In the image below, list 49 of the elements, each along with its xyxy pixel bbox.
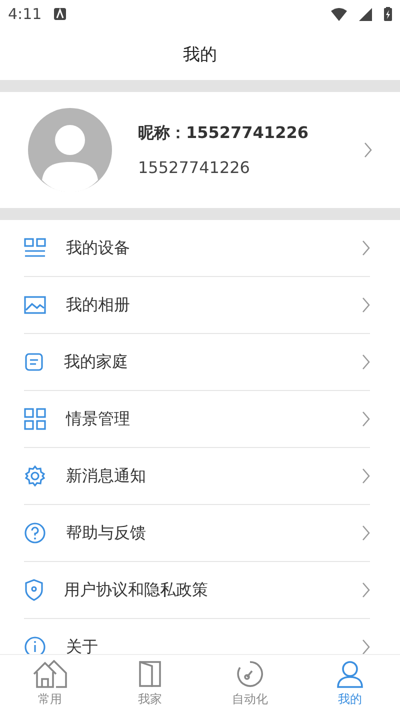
chevron-right-icon <box>362 582 370 598</box>
page-title: 我的 <box>183 44 217 66</box>
house-icon <box>32 660 68 688</box>
nav-tab[interactable]: 我的 <box>300 655 400 712</box>
chevron-right-icon <box>362 468 370 484</box>
wifi-icon <box>331 8 347 20</box>
menu-item[interactable]: 新消息通知 <box>24 448 370 505</box>
nav-tab[interactable]: 常用 <box>0 655 100 712</box>
menu-item[interactable]: 帮助与反馈 <box>24 505 370 562</box>
menu-label: 用户协议和隐私政策 <box>64 580 209 600</box>
notification-icon <box>54 8 66 20</box>
grid-list-icon <box>24 238 46 258</box>
menu-item[interactable]: 我的家庭 <box>24 334 370 391</box>
menu-item[interactable]: 情景管理 <box>24 391 370 448</box>
menu-label: 新消息通知 <box>66 466 147 486</box>
menu-item[interactable]: 我的相册 <box>24 277 370 334</box>
avatar-icon <box>28 108 112 192</box>
chevron-right-icon <box>362 639 370 654</box>
chevron-right-icon <box>364 142 372 158</box>
signal-icon <box>359 8 372 20</box>
menu-label: 帮助与反馈 <box>66 522 147 544</box>
chevron-right-icon <box>362 354 370 370</box>
gauge-icon <box>236 660 264 688</box>
status-time: 4:11 <box>8 5 42 23</box>
phone-number: 15527741226 <box>138 158 251 177</box>
chevron-right-icon <box>362 297 370 313</box>
nickname: 昵称：15527741226 <box>138 123 310 144</box>
card-icon <box>24 352 44 372</box>
menu-label: 我的相册 <box>66 294 131 316</box>
nav-tab[interactable]: 我家 <box>100 655 200 712</box>
menu-label: 情景管理 <box>66 408 131 430</box>
help-icon <box>24 522 46 544</box>
menu-label: 关于 <box>66 636 99 654</box>
nav-tab[interactable]: 自动化 <box>200 655 300 712</box>
info-icon <box>24 636 46 654</box>
chevron-right-icon <box>362 240 370 256</box>
menu-label: 我的家庭 <box>64 352 129 372</box>
shield-icon <box>24 579 44 601</box>
chevron-right-icon <box>362 525 370 541</box>
image-icon <box>24 296 46 314</box>
battery-icon <box>384 7 392 21</box>
settings-icon <box>24 465 46 487</box>
menu-label: 我的设备 <box>66 238 131 258</box>
person-icon <box>336 660 364 688</box>
door-icon <box>138 660 162 688</box>
chevron-right-icon <box>362 411 370 427</box>
menu-item[interactable]: 用户协议和隐私政策 <box>24 562 370 619</box>
menu-item[interactable]: 我的设备 <box>24 220 370 277</box>
grid-icon <box>24 408 46 430</box>
